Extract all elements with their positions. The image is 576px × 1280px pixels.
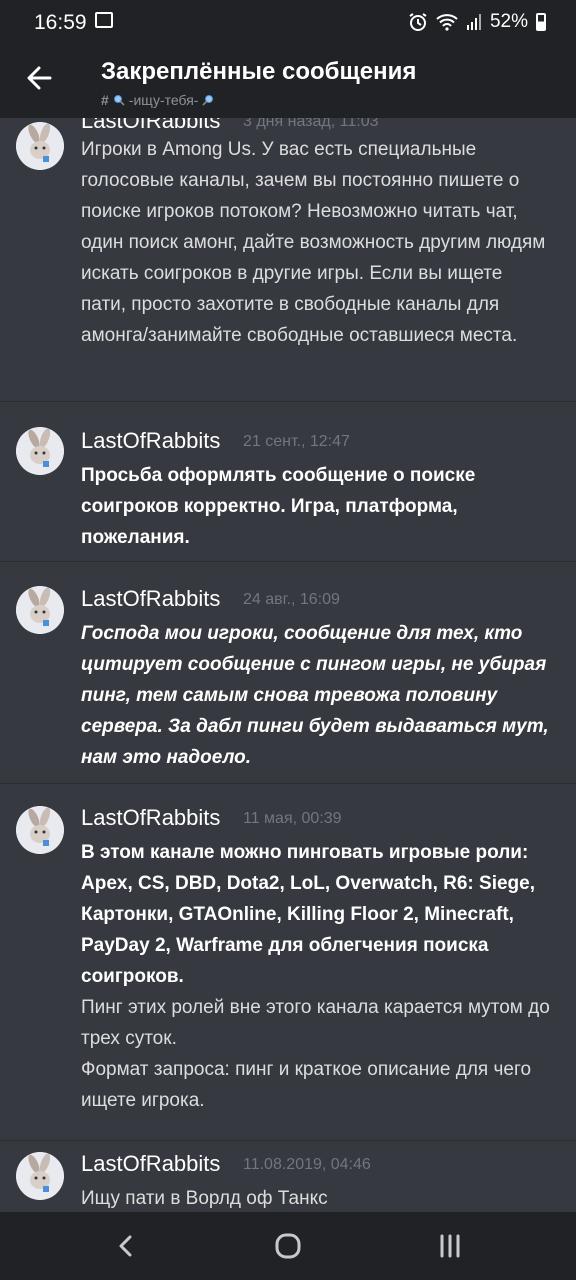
avatar[interactable] — [16, 122, 64, 170]
message-author[interactable]: LastOfRabbits — [81, 1151, 220, 1177]
signal-icon — [466, 14, 481, 30]
wifi-icon — [436, 14, 458, 31]
pinned-message[interactable]: LastOfRabbits 11 мая, 00:39 В этом канал… — [0, 783, 576, 1140]
avatar[interactable] — [16, 427, 64, 475]
message-paragraph: Просьба оформлять сообщение о поиске сои… — [81, 465, 476, 548]
alarm-icon — [409, 13, 427, 31]
avatar[interactable] — [16, 1152, 64, 1200]
home-circle-icon — [275, 1233, 301, 1259]
message-paragraph: Игроки в Among Us. У вас есть специальны… — [81, 139, 546, 346]
message-author[interactable]: LastOfRabbits — [81, 586, 220, 612]
app-bar: Закреплённые сообщения # -ищу-тебя- — [0, 44, 576, 118]
channel-name: -ищу-тебя- — [128, 92, 199, 108]
message-timestamp: 11 мая, 00:39 — [243, 810, 342, 827]
message-author[interactable]: LastOfRabbits — [81, 805, 220, 831]
back-button[interactable] — [18, 56, 62, 100]
message-paragraph: Ищу пати в Ворлд оф Танкс — [81, 1188, 328, 1209]
rabbit-avatar-icon — [16, 586, 64, 634]
channel-subtitle: # -ищу-тебя- — [101, 92, 214, 108]
message-timestamp: 24 авг., 16:09 — [243, 591, 340, 608]
message-author[interactable]: LastOfRabbits — [81, 428, 220, 454]
rabbit-avatar-icon — [16, 427, 64, 475]
status-time: 16:59 — [34, 11, 87, 34]
message-author[interactable]: LastOfRabbits — [81, 118, 220, 134]
channel-hash: # — [101, 92, 109, 108]
message-content: Просьба оформлять сообщение о поиске сои… — [81, 460, 551, 553]
avatar[interactable] — [16, 806, 64, 854]
message-timestamp: 3 дня назад, 11:03 — [243, 118, 379, 130]
message-paragraph: Господа мои игроки, сообщение для тех, к… — [81, 623, 549, 768]
nav-recent-apps-button[interactable] — [436, 1232, 464, 1260]
message-content: Игроки в Among Us. У вас есть специальны… — [81, 134, 551, 351]
rabbit-avatar-icon — [16, 122, 64, 170]
rabbit-avatar-icon — [16, 806, 64, 854]
message-paragraph: Формат запроса: пинг и краткое описание … — [81, 1059, 532, 1111]
recent-apps-icon — [440, 1234, 460, 1258]
pinned-message[interactable]: LastOfRabbits 3 дня назад, 11:03 Игроки … — [0, 118, 576, 401]
pinned-message[interactable]: LastOfRabbits 11.08.2019, 04:46 Ищу пати… — [0, 1140, 576, 1212]
pinned-message[interactable]: LastOfRabbits 21 сент., 12:47 Просьба оф… — [0, 401, 576, 561]
message-timestamp: 21 сент., 12:47 — [243, 433, 350, 450]
system-nav-bar — [0, 1212, 576, 1280]
magnifier-emoji-icon — [113, 95, 125, 106]
message-content: В этом канале можно пинговать игровые ро… — [81, 837, 551, 1116]
status-icons: 52% — [408, 11, 546, 33]
rabbit-avatar-icon — [16, 1152, 64, 1200]
avatar[interactable] — [16, 586, 64, 634]
message-paragraph: Пинг этих ролей вне этого канала караетс… — [81, 997, 550, 1049]
message-content: Ищу пати в Ворлд оф Танкс — [81, 1183, 551, 1212]
chevron-left-icon — [119, 1235, 132, 1257]
magnifier-emoji-icon — [202, 95, 214, 106]
message-timestamp: 11.08.2019, 04:46 — [243, 1156, 371, 1173]
pinned-messages-list[interactable]: LastOfRabbits 3 дня назад, 11:03 Игроки … — [0, 118, 576, 1212]
battery-icon — [536, 13, 546, 31]
arrow-left-icon — [27, 66, 52, 90]
nav-back-button[interactable] — [112, 1232, 140, 1260]
pinned-message[interactable]: LastOfRabbits 24 авг., 16:09 Господа мои… — [0, 561, 576, 783]
status-bar: 16:59 52% — [0, 0, 576, 44]
message-content: Господа мои игроки, сообщение для тех, к… — [81, 618, 551, 773]
battery-percent: 52% — [489, 11, 528, 32]
image-icon — [95, 12, 113, 28]
message-paragraph: В этом канале можно пинговать игровые ро… — [81, 842, 535, 987]
nav-home-button[interactable] — [274, 1232, 302, 1260]
page-title: Закреплённые сообщения — [101, 58, 417, 85]
